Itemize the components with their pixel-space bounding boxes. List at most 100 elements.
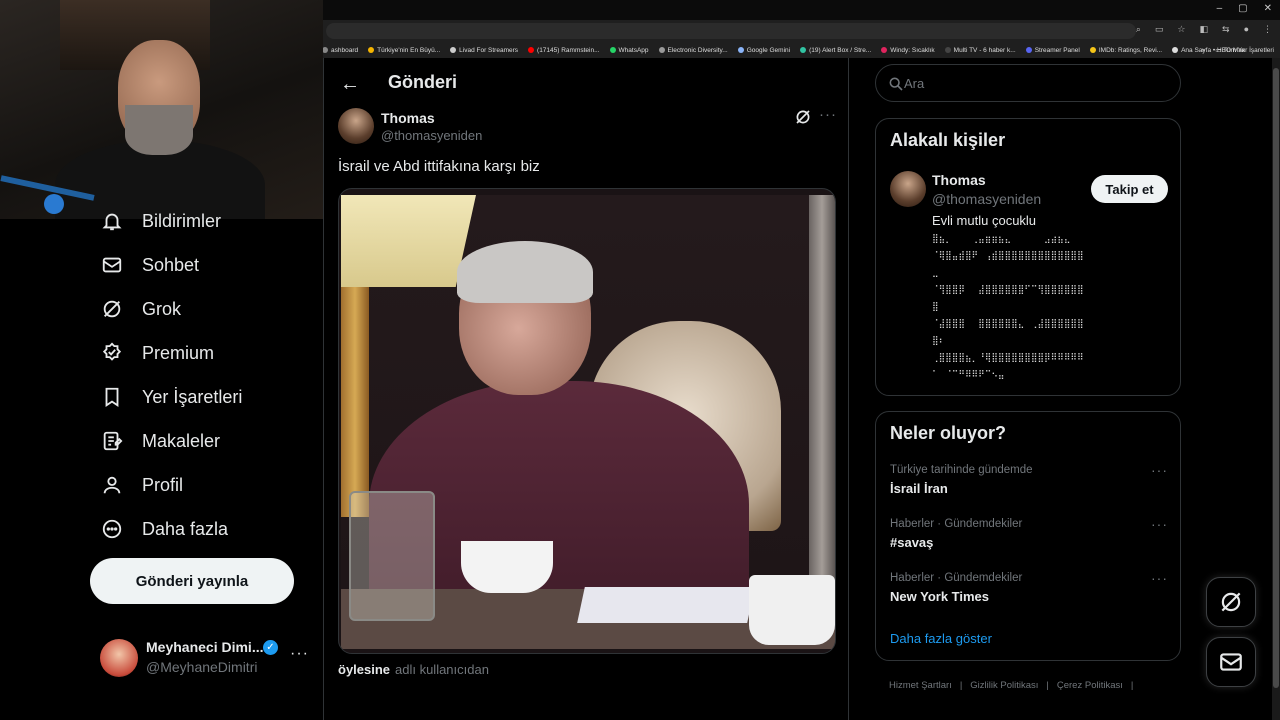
related-handle[interactable]: @thomasyeniden — [932, 191, 1041, 207]
cast-icon[interactable]: ▭ — [1155, 24, 1164, 35]
webcam-overlay — [0, 0, 323, 219]
account-handle: @MeyhaneDimitri — [146, 659, 258, 675]
post-more-icon[interactable]: ··· — [819, 106, 837, 123]
trend-more-icon[interactable]: ··· — [1151, 516, 1168, 532]
grok-floating-button[interactable] — [1206, 577, 1256, 627]
close-window-button[interactable]: ✕ — [1264, 3, 1272, 14]
related-name[interactable]: Thomas — [932, 172, 986, 188]
window-controls: – ▢ ✕ — [1217, 3, 1272, 14]
nav-label: Daha fazla — [142, 518, 229, 539]
avatar[interactable] — [890, 171, 926, 207]
account-more-icon[interactable]: ··· — [290, 645, 309, 663]
envelope-icon — [1220, 653, 1242, 671]
nav-item-articles[interactable]: Makaleler — [100, 429, 220, 453]
video-attribution-user[interactable]: öylesine — [338, 662, 390, 677]
zoom-icon[interactable]: ⌕ — [1136, 24, 1141, 35]
bookmark-label: WhatsApp — [618, 46, 649, 54]
post-video[interactable] — [338, 188, 836, 654]
bookmark-label: IMDb: Ratings, Revi... — [1098, 46, 1163, 54]
nav-item-profile[interactable]: Profil — [100, 473, 183, 497]
bookmark-label: Livad For Streamers — [459, 46, 519, 54]
author-handle[interactable]: @thomasyeniden — [381, 128, 482, 143]
bookmark-label: Electronic Diversity... — [667, 46, 728, 54]
premium-icon — [100, 341, 124, 365]
post-text: İsrail ve Abd ittifakına karşı biz — [338, 158, 540, 175]
minimize-button[interactable]: – — [1217, 3, 1223, 14]
account-name: Meyhaneci Dimi... — [146, 639, 264, 655]
show-more-link[interactable]: Daha fazla göster — [890, 631, 992, 646]
nav-label: Yer İşaretleri — [142, 386, 243, 407]
nav-item-grok[interactable]: Grok — [100, 297, 181, 321]
search-box[interactable] — [875, 64, 1181, 102]
grok-icon[interactable] — [794, 108, 812, 126]
footer-link-privacy[interactable]: Gizlilik Politikası — [970, 680, 1038, 691]
author-name[interactable]: Thomas — [381, 110, 435, 126]
nav-item-more[interactable]: Daha fazla — [100, 517, 228, 541]
trend-item[interactable]: Türkiye tarihinde gündemde İsrail İran ·… — [890, 462, 1168, 504]
account-switcher[interactable]: Meyhaneci Dimi... ✓ @MeyhaneDimitri ··· — [100, 637, 310, 681]
bookmark-item[interactable]: (17145) Rammstein... — [528, 47, 600, 54]
search-input[interactable] — [904, 73, 1164, 93]
nav-item-chat[interactable]: Sohbet — [100, 253, 199, 277]
bookmarks-right: » ▭ Tüm Yer İşaretleri — [1202, 42, 1274, 58]
avatar[interactable] — [338, 108, 374, 144]
bookmark-item[interactable]: Multi TV - 6 haber k... — [944, 46, 1016, 54]
messages-floating-button[interactable] — [1206, 637, 1256, 687]
bookmark-favicon-icon — [368, 47, 375, 53]
trends-card: Neler oluyor? Türkiye tarihinde gündemde… — [875, 411, 1181, 661]
video-frame[interactable] — [341, 195, 835, 649]
bookmark-item[interactable]: Livad For Streamers — [450, 47, 518, 54]
bookmark-favicon-icon — [528, 47, 535, 53]
bookmark-item[interactable]: (19) Alert Box / Stre... — [800, 47, 871, 54]
footer-link-terms[interactable]: Hizmet Şartları — [889, 680, 952, 691]
bookmark-item[interactable]: Windy: Sıcaklık — [881, 47, 935, 54]
video-papers — [577, 587, 755, 623]
bookmark-label: ashboard — [331, 46, 359, 54]
trend-meta: Türkiye tarihinde gündemde — [890, 464, 1033, 476]
main-column: ← Gönderi Thomas @thomasyeniden ··· İsra… — [323, 58, 849, 720]
trend-more-icon[interactable]: ··· — [1151, 462, 1168, 478]
nav-item-premium[interactable]: Premium — [100, 341, 214, 365]
nav-item-notifications[interactable]: Bildirimler — [100, 209, 221, 233]
bookmark-item[interactable]: Google Gemini — [737, 47, 790, 54]
profile-icon[interactable]: ● — [1244, 24, 1249, 35]
webcam-person-beard — [125, 105, 193, 155]
footer-separator: | — [959, 680, 963, 691]
trend-meta: Haberler · Gündemdekiler — [890, 572, 1023, 584]
bookmark-item[interactable]: IMDb: Ratings, Revi... — [1089, 46, 1163, 54]
extensions-icon[interactable]: ◧ — [1200, 24, 1209, 35]
trends-title: Neler oluyor? — [890, 423, 1007, 443]
grok-icon — [1221, 592, 1241, 612]
back-arrow-icon[interactable]: ← — [338, 72, 362, 96]
bookmark-favicon-icon — [881, 47, 888, 53]
video-lamp-stand — [341, 287, 369, 517]
bookmark-item[interactable]: Electronic Diversity... — [658, 46, 728, 54]
nav-label: Premium — [142, 342, 215, 363]
related-title: Alakalı kişiler — [890, 130, 1006, 150]
all-bookmarks-button[interactable]: ▭ Tüm Yer İşaretleri — [1215, 46, 1274, 54]
footer-link-cookies[interactable]: Çerez Politikası — [1057, 680, 1123, 691]
bookmark-item[interactable]: ashboard — [322, 47, 358, 54]
star-icon[interactable]: ☆ — [1177, 24, 1185, 35]
footer-separator: | — [1130, 680, 1134, 691]
bookmark-favicon-icon — [800, 47, 807, 53]
bookmark-item[interactable]: WhatsApp — [609, 46, 649, 54]
tab-search-icon[interactable]: ⇆ — [1222, 24, 1230, 35]
address-field[interactable] — [326, 23, 1136, 39]
bookmark-item[interactable]: Türkiye'nin En Büyü... — [368, 47, 440, 54]
bookmarks-overflow-button[interactable]: » — [1202, 47, 1206, 54]
bookmark-label: Multi TV - 6 haber k... — [953, 46, 1016, 54]
scrollbar-thumb[interactable] — [1273, 68, 1279, 688]
nav-item-bookmarks[interactable]: Yer İşaretleri — [100, 385, 242, 409]
trend-more-icon[interactable]: ··· — [1151, 570, 1168, 586]
bookmark-favicon-icon — [450, 47, 457, 53]
maximize-button[interactable]: ▢ — [1238, 3, 1247, 14]
bookmark-label: Türkiye'nin En Büyü... — [377, 46, 441, 54]
follow-button[interactable]: Takip et — [1091, 175, 1168, 203]
menu-icon[interactable]: ⋮ — [1263, 24, 1272, 35]
bookmark-item[interactable]: Streamer Panel — [1025, 47, 1080, 54]
post-button[interactable]: Gönderi yayınla — [90, 558, 294, 604]
trend-item[interactable]: Haberler · Gündemdekiler New York Times … — [890, 570, 1168, 612]
bookmarks-bar: ashboard Türkiye'nin En Büyü... Livad For … — [322, 42, 1280, 58]
trend-item[interactable]: Haberler · Gündemdekiler #savaş ··· — [890, 516, 1168, 558]
